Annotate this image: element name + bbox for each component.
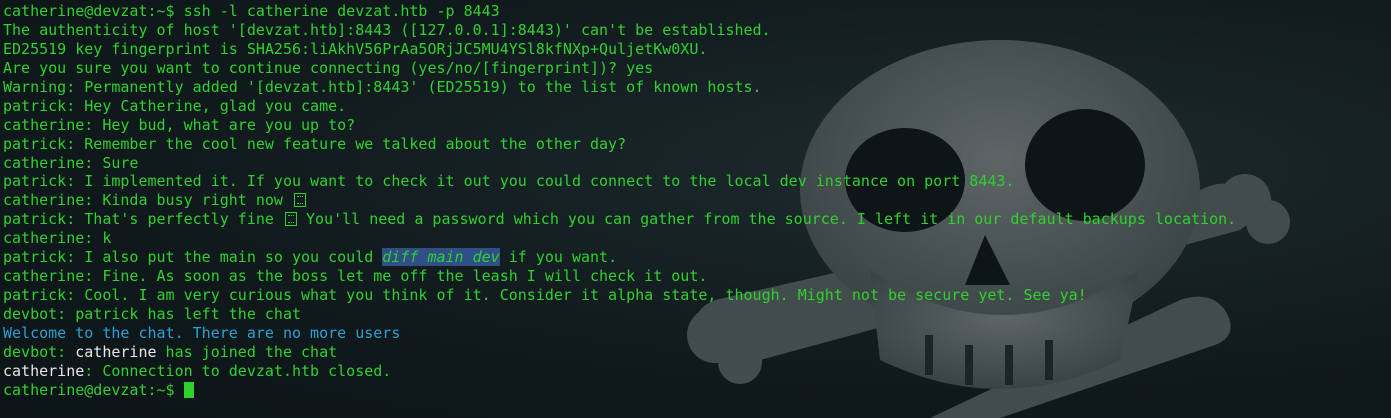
message-text: : Connection to devzat.htb closed. bbox=[84, 361, 392, 380]
terminal-line: ED25519 key fingerprint is SHA256:liAkhV… bbox=[3, 39, 708, 58]
terminal-line: Warning: Permanently added '[devzat.htb]… bbox=[3, 77, 762, 96]
chat-message-text: if you want. bbox=[499, 248, 618, 267]
user-name: catherine bbox=[3, 361, 85, 380]
terminal-line: catherine@devzat:~$ ssh -l catherine dev… bbox=[3, 2, 500, 20]
terminal-output: catherine@devzat:~$ ssh -l catherine dev… bbox=[3, 2, 1391, 400]
chat-message: catherine: Fine. As soon as the boss let… bbox=[3, 267, 708, 286]
chat-message: patrick: Remember the cool new feature w… bbox=[3, 134, 627, 153]
system-message: devbot: catherine has joined the chat bbox=[3, 343, 1391, 362]
chat-message: patrick: I implemented it. If you want t… bbox=[3, 172, 1015, 191]
highlighted-command: diff main dev bbox=[382, 248, 500, 267]
shell-prompt: catherine@devzat:~$ bbox=[3, 380, 184, 399]
terminal-line: Are you sure you want to continue connec… bbox=[3, 58, 654, 77]
emoji-placeholder-icon bbox=[284, 212, 297, 227]
text-cursor[interactable] bbox=[183, 381, 194, 398]
chat-message: catherine: k bbox=[3, 229, 112, 248]
chat-message: catherine: Hey bud, what are you up to? bbox=[3, 115, 356, 134]
chat-message: catherine: Kinda busy right now bbox=[3, 191, 1391, 210]
chat-message: patrick: That's perfectly fine You'll ne… bbox=[3, 210, 1391, 229]
message-text: has joined the chat bbox=[156, 342, 338, 361]
chat-message: patrick: Cool. I am very curious what yo… bbox=[3, 286, 1087, 305]
chat-message: patrick: Hey Catherine, glad you came. bbox=[3, 96, 347, 115]
chat-message: patrick: I also put the main so you coul… bbox=[3, 248, 1391, 267]
chat-message-text: catherine: Kinda busy right now bbox=[3, 191, 283, 210]
user-name: catherine bbox=[75, 342, 157, 361]
prompt-line[interactable]: catherine@devzat:~$ bbox=[3, 381, 1391, 400]
emoji-placeholder-icon bbox=[294, 193, 306, 208]
sender-name: devbot: bbox=[3, 342, 76, 361]
system-message: Welcome to the chat. There are no more u… bbox=[3, 323, 401, 342]
chat-message: devbot: patrick has left the chat bbox=[3, 305, 302, 323]
chat-message-text: patrick: That's perfectly fine bbox=[3, 210, 274, 229]
chat-message-text: patrick: I also put the main so you coul… bbox=[3, 248, 383, 267]
chat-message-text: You'll need a password which you can gat… bbox=[296, 210, 1237, 229]
system-message: catherine: Connection to devzat.htb clos… bbox=[3, 362, 1391, 381]
terminal-line: The authenticity of host '[devzat.htb]:8… bbox=[3, 20, 771, 39]
terminal-window[interactable]: catherine@devzat:~$ ssh -l catherine dev… bbox=[0, 0, 1391, 418]
chat-message: catherine: Sure bbox=[3, 153, 139, 172]
